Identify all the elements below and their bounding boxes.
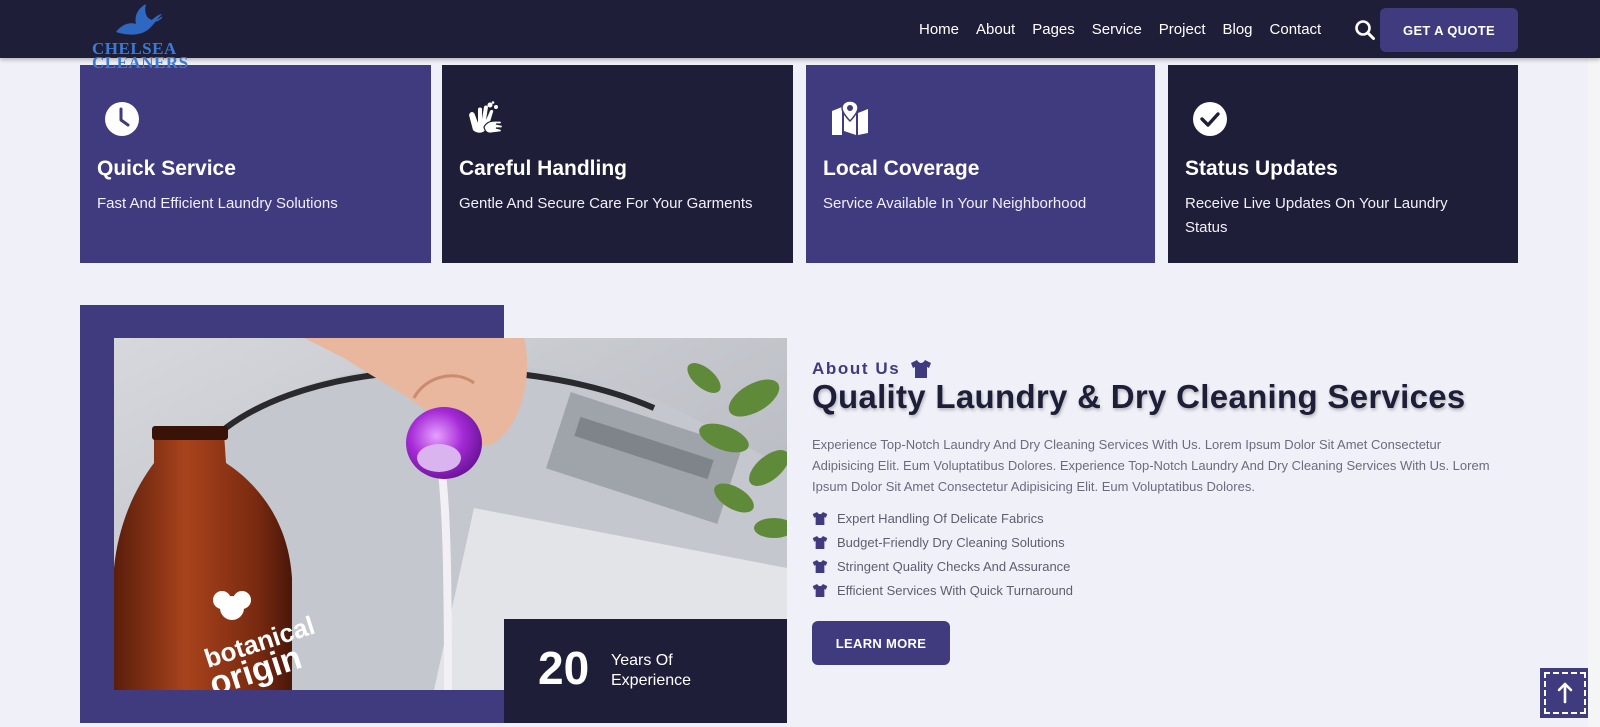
card-title: Careful Handling [459, 157, 628, 180]
feature-card-quick-service: Quick Service Fast And Efficient Laundry… [80, 65, 431, 263]
list-item: Efficient Services With Quick Turnaround [812, 578, 1073, 602]
nav-contact[interactable]: Contact [1270, 21, 1322, 38]
arrow-up-icon [1557, 682, 1573, 704]
experience-box: 20 Years Of Experience [504, 619, 787, 723]
feature-card-status-updates: Status Updates Receive Live Updates On Y… [1168, 65, 1518, 263]
feature-card-local-coverage: Local Coverage Service Available In Your… [806, 65, 1155, 263]
get-quote-button[interactable]: GET A QUOTE [1380, 8, 1518, 52]
card-title: Status Updates [1185, 157, 1338, 180]
about-section-label: About Us [812, 359, 932, 379]
list-item-text: Expert Handling Of Delicate Fabrics [837, 510, 1044, 526]
learn-more-button[interactable]: LEARN MORE [812, 621, 950, 665]
site-header: Home About Pages Service Project Blog Co… [0, 0, 1600, 58]
shirt-icon [812, 583, 828, 597]
experience-years-number: 20 [538, 642, 590, 694]
search-icon[interactable] [1354, 19, 1376, 41]
card-description: Fast And Efficient Laundry Solutions [97, 195, 338, 212]
feature-list: Expert Handling Of Delicate Fabrics Budg… [812, 506, 1073, 602]
nav-home[interactable]: Home [919, 21, 959, 38]
map-pin-icon [830, 100, 868, 137]
nav-pages[interactable]: Pages [1032, 21, 1075, 38]
experience-label: Years Of Experience [611, 652, 692, 689]
shirt-icon [812, 535, 828, 549]
card-description: Receive Live Updates On Your Laundry Sta… [1185, 195, 1448, 236]
dove-icon [116, 4, 163, 35]
page-scrollbar[interactable] [1588, 0, 1600, 727]
nav-blog[interactable]: Blog [1222, 21, 1252, 38]
list-item: Stringent Quality Checks And Assurance [812, 554, 1073, 578]
clock-icon [104, 101, 140, 137]
list-item-text: Stringent Quality Checks And Assurance [837, 558, 1071, 574]
card-description: Service Available In Your Neighborhood [823, 195, 1087, 212]
scroll-to-top-button[interactable] [1540, 668, 1590, 718]
card-title: Local Coverage [823, 157, 980, 180]
nav-about[interactable]: About [976, 21, 1015, 38]
feature-card-careful-handling: Careful Handling Gentle And Secure Care … [442, 65, 793, 263]
list-item-text: Efficient Services With Quick Turnaround [837, 582, 1074, 598]
shirt-icon [812, 559, 828, 573]
logo-text: CHELSEA CLEANERS [92, 39, 189, 72]
about-label-text: About Us [812, 359, 901, 378]
shirt-icon [812, 511, 828, 525]
logo[interactable]: CHELSEA CLEANERS [92, 2, 189, 74]
about-paragraph: Experience Top-Notch Laundry And Dry Cle… [812, 437, 1490, 494]
nav-project[interactable]: Project [1159, 21, 1206, 38]
about-heading: Quality Laundry & Dry Cleaning Services [812, 378, 1466, 415]
check-circle-icon [1192, 101, 1228, 137]
card-description: Gentle And Secure Care For Your Garments [459, 195, 753, 212]
list-item: Budget-Friendly Dry Cleaning Solutions [812, 530, 1073, 554]
shirt-icon [911, 360, 932, 378]
card-title: Quick Service [97, 157, 236, 180]
list-item-text: Budget-Friendly Dry Cleaning Solutions [837, 534, 1065, 550]
nav-service[interactable]: Service [1092, 21, 1142, 38]
list-item: Expert Handling Of Delicate Fabrics [812, 506, 1073, 530]
main-nav: Home About Pages Service Project Blog Co… [919, 0, 1321, 58]
hand-wash-icon [466, 101, 504, 137]
